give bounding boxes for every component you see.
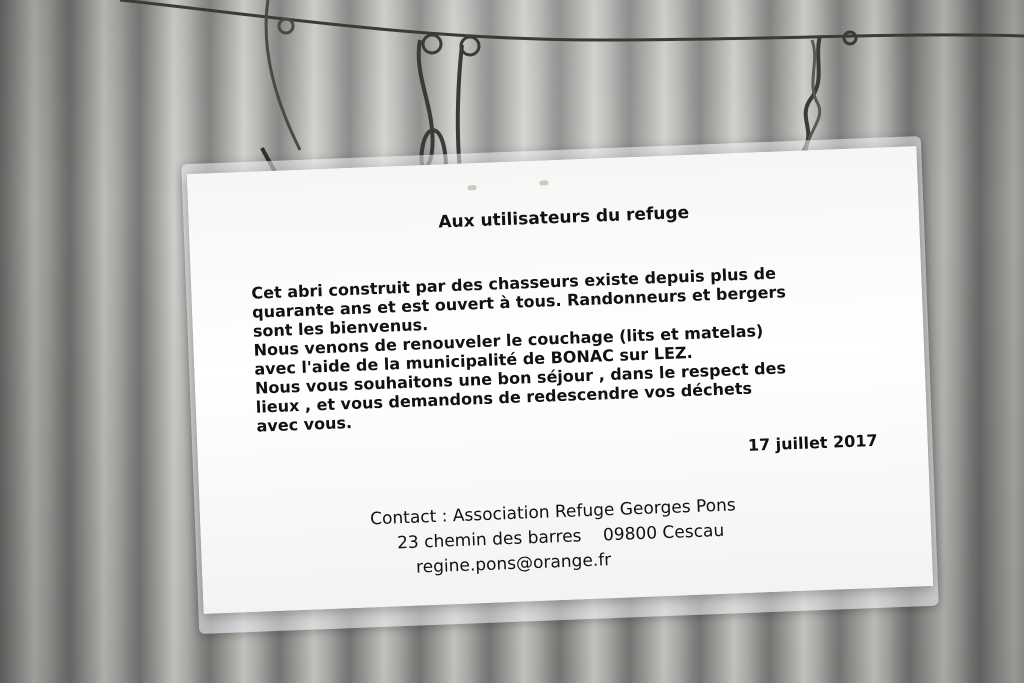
- notice-title: Aux utilisateurs du refuge: [438, 202, 690, 233]
- contact-block: Contact : Association Refuge Georges Pon…: [370, 493, 738, 582]
- punch-hole: [467, 185, 477, 191]
- notice-sheet: Aux utilisateurs du refuge Cet abri cons…: [186, 146, 934, 614]
- punch-hole: [539, 180, 549, 186]
- notice-body: Cet abri construit par des chasseurs exi…: [251, 260, 866, 436]
- notice-date: 17 juillet 2017: [747, 430, 878, 455]
